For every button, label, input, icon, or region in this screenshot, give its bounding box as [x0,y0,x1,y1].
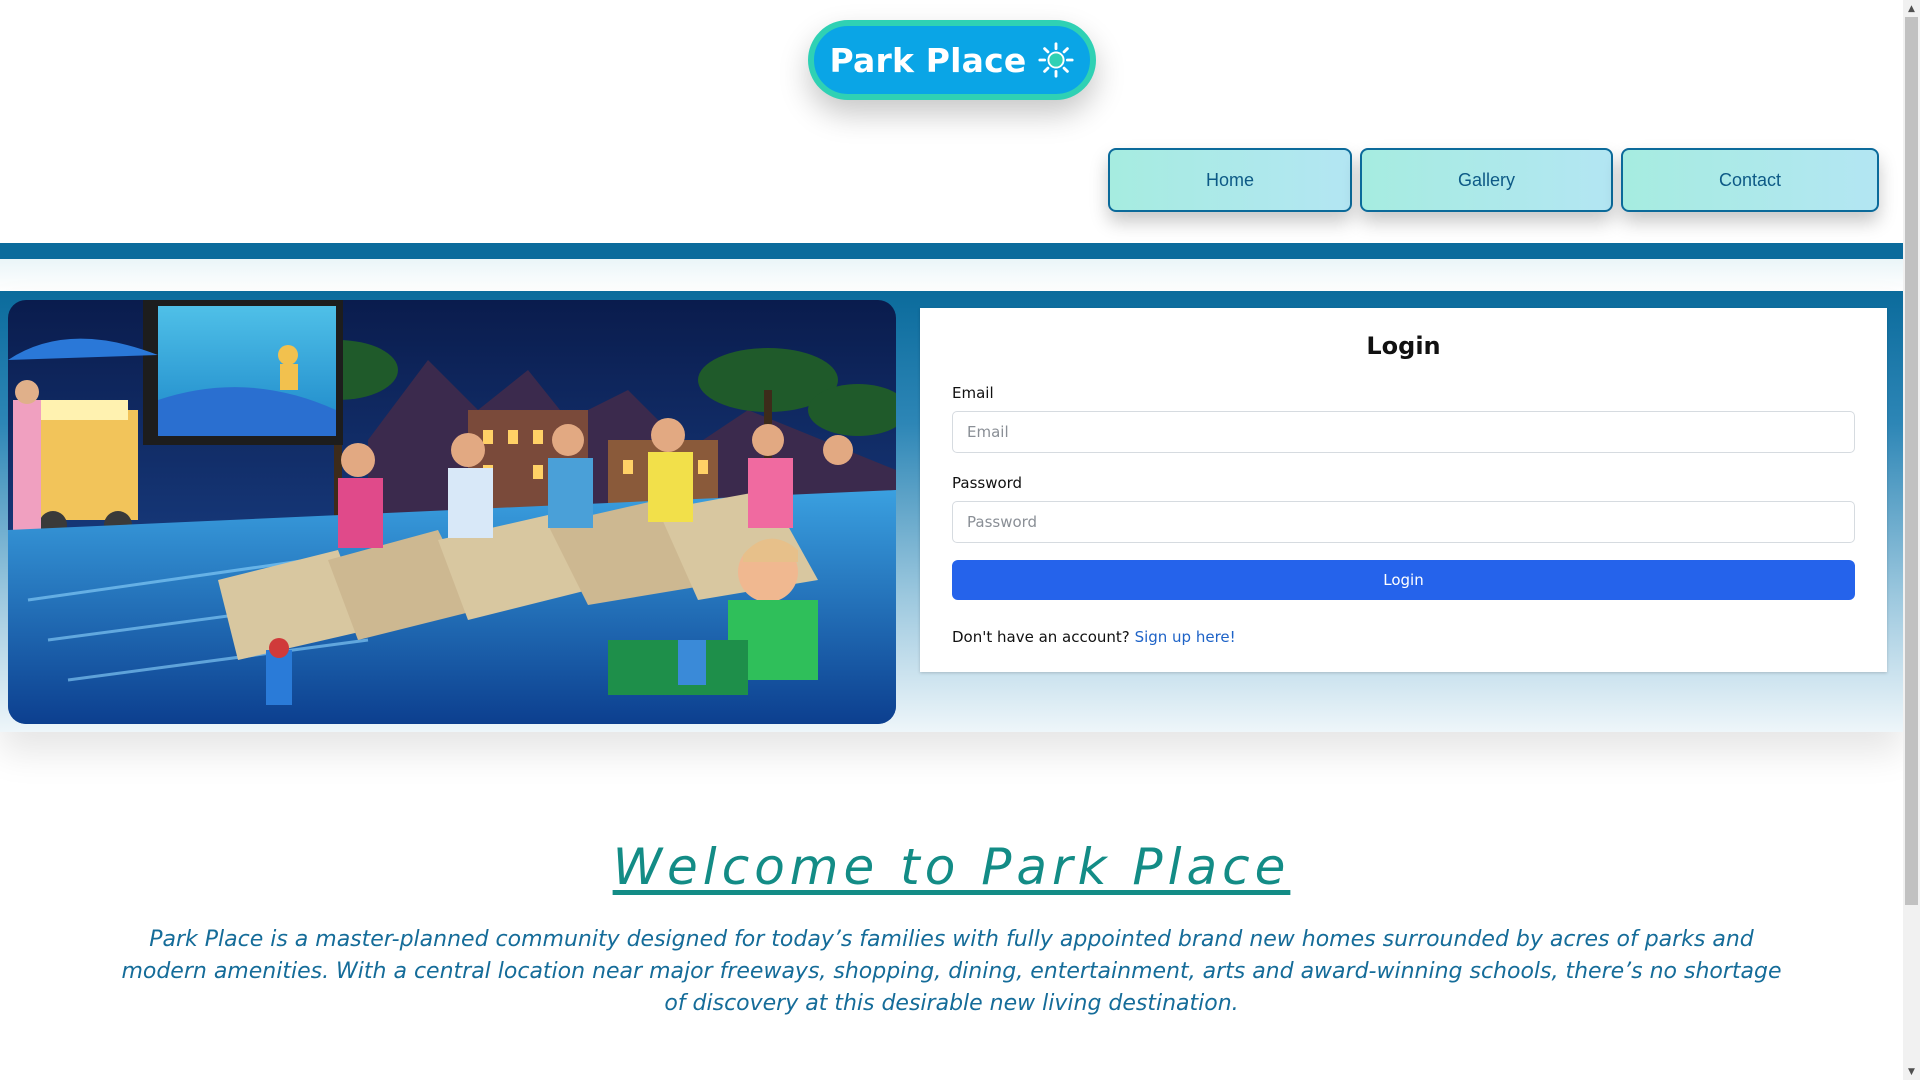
nav-home-button[interactable]: Home [1108,148,1352,212]
signup-prompt: Don't have an account? [952,628,1130,646]
hero-section: Login Email Password Login Don't have an… [0,291,1903,732]
sun-icon [1037,42,1074,78]
scroll-up-icon[interactable]: ▲ [1903,0,1920,17]
vertical-scrollbar[interactable]: ▲ ▼ [1903,0,1920,1080]
divider-shadow [0,259,1903,291]
password-field[interactable] [952,501,1855,543]
logo-text: Park Place [829,40,1027,80]
welcome-heading: Welcome to Park Place [612,838,1291,896]
email-field[interactable] [952,411,1855,453]
hero-photo [8,300,896,724]
header-divider [0,243,1903,259]
email-label: Email [952,384,994,402]
welcome-description: Park Place is a master-planned community… [121,927,1782,1016]
password-label: Password [952,474,1023,492]
scroll-down-icon[interactable]: ▼ [1903,1063,1920,1080]
signup-line: Don't have an account? Sign up here! [952,628,1236,646]
signup-link[interactable]: Sign up here! [1135,628,1236,646]
nav-gallery-button[interactable]: Gallery [1360,148,1613,212]
login-title: Login [1366,332,1441,360]
site-logo[interactable]: Park Place [808,20,1096,100]
login-card: Login Email Password Login Don't have an… [920,308,1887,672]
nav-contact-button[interactable]: Contact [1621,148,1879,212]
scrollbar-thumb[interactable] [1905,17,1918,905]
login-button[interactable]: Login [952,560,1855,600]
page: Park Place Home Gallery Contact Login Em… [0,0,1920,1080]
